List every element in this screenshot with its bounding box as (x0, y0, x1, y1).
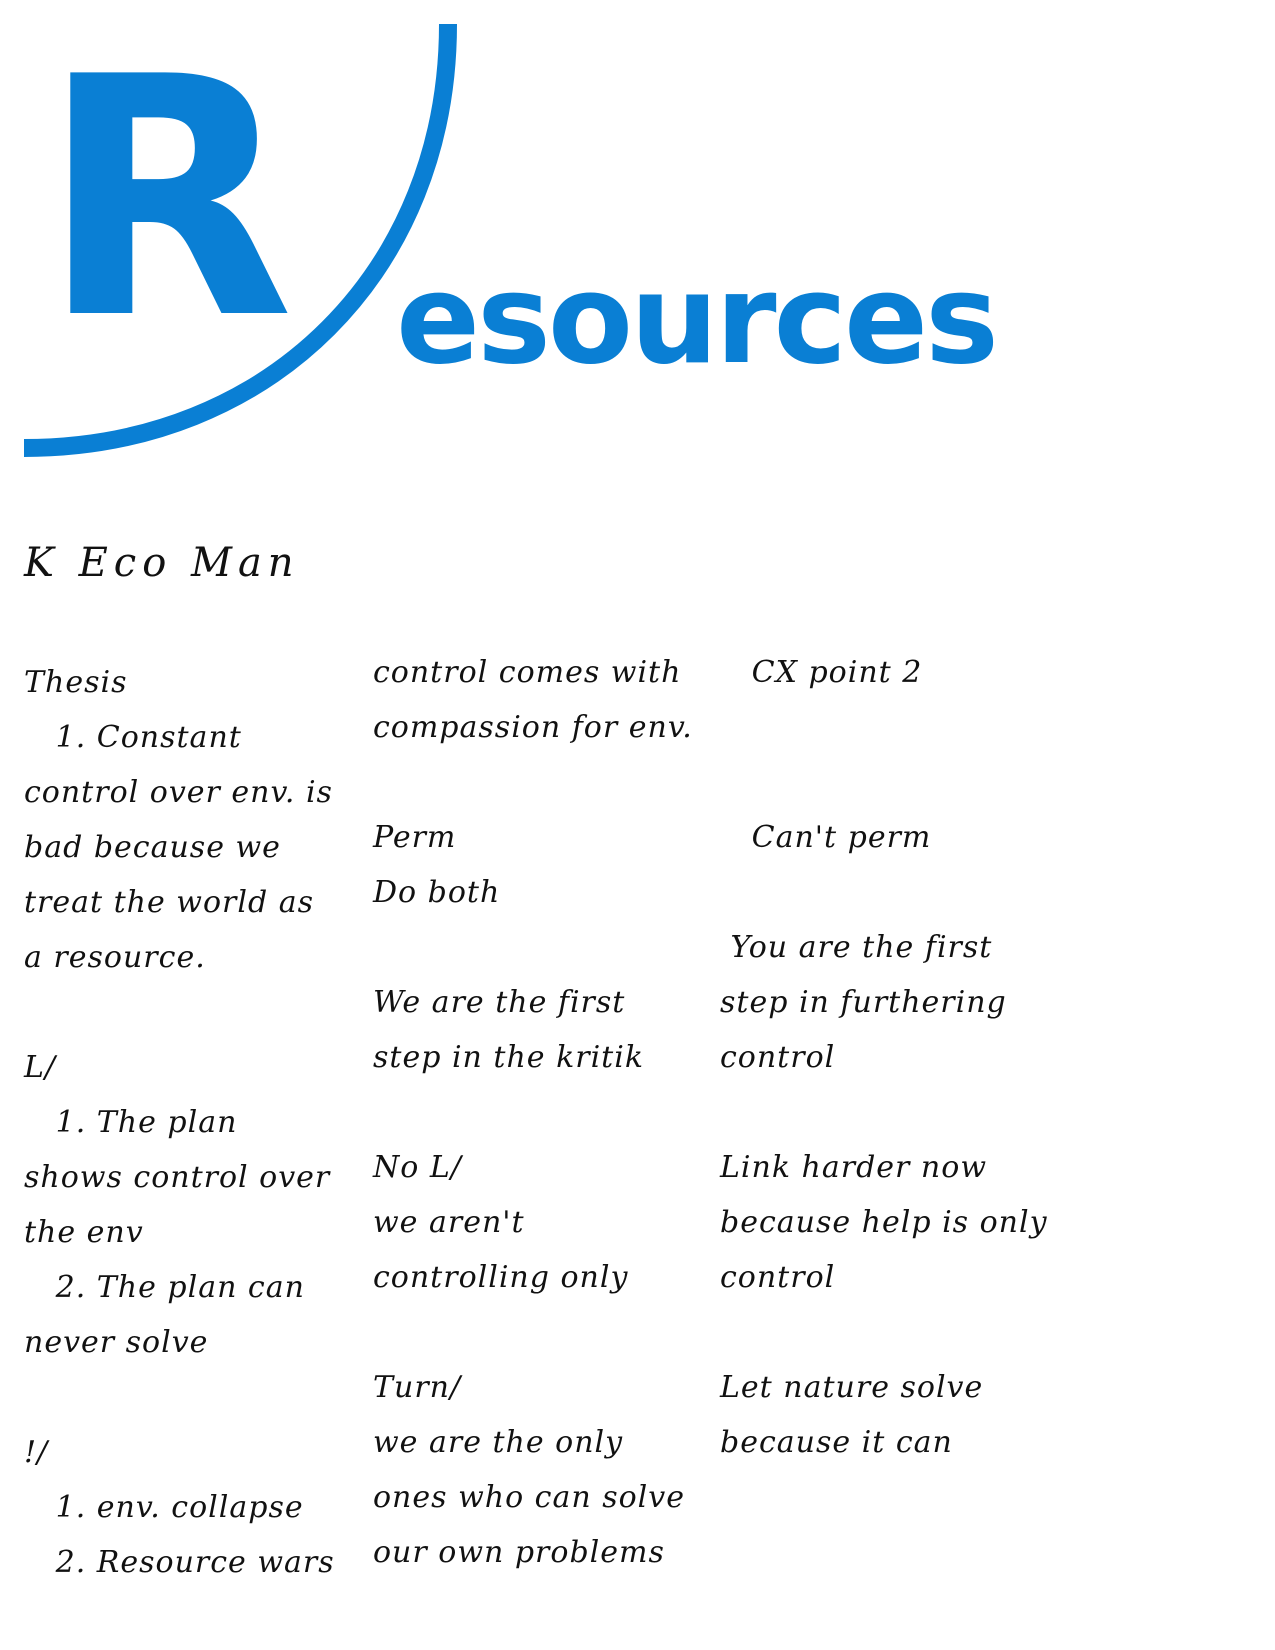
note-line: !/ (24, 1435, 49, 1470)
note-line (720, 1305, 1080, 1360)
note-line: a resource. (24, 940, 206, 975)
note-line: CX point 2 (720, 655, 923, 690)
logo-graphic: R (23, 7, 457, 457)
note-line (24, 985, 354, 1040)
resources-logo: R esources (0, 0, 999, 470)
note-line (24, 1370, 354, 1425)
note-line: You are the first (720, 930, 993, 965)
note-line: Thesis (24, 665, 128, 700)
notes-column-3: CX point 2 Can't perm You are the first … (720, 645, 1080, 1470)
notes-column-1: Thesis 1. Constant control over env. is … (24, 655, 354, 1590)
note-line: 1. env. collapse (24, 1490, 304, 1525)
note-line (720, 1085, 1080, 1140)
note-line: shows control over (24, 1160, 331, 1195)
note-line: bad because we (24, 830, 281, 865)
note-line: 2. The plan can (24, 1270, 305, 1305)
note-line: ones who can solve (373, 1480, 685, 1515)
note-line: our own problems (373, 1535, 665, 1570)
note-line: 1. The plan (24, 1105, 238, 1140)
note-line: Link harder now (720, 1150, 987, 1185)
note-line: L/ (24, 1050, 57, 1085)
note-line (720, 700, 1080, 755)
note-line: 1. Constant (24, 720, 242, 755)
note-line: treat the world as (24, 885, 314, 920)
note-line: step in furthering (720, 985, 1007, 1020)
note-line (720, 865, 1080, 920)
note-line: Let nature solve (720, 1370, 984, 1405)
page-title: K Eco Man (24, 540, 300, 586)
note-line: because help is only (720, 1205, 1048, 1240)
note-line (720, 755, 1080, 810)
note-line: we aren't (373, 1205, 525, 1240)
note-line: No L/ (373, 1150, 462, 1185)
note-line: because it can (720, 1425, 953, 1460)
note-line: Perm (373, 820, 457, 855)
note-line: compassion for env. (373, 710, 693, 745)
note-line (373, 755, 713, 810)
note-line: control comes with (373, 655, 682, 690)
logo-letter: R (40, 7, 294, 391)
note-line: step in the kritik (373, 1040, 645, 1075)
note-line: we are the only (373, 1425, 624, 1460)
note-line: Do both (373, 875, 501, 910)
note-line: 2. Resource wars (24, 1545, 335, 1580)
note-line: We are the first (373, 985, 626, 1020)
logo-word: esources (396, 248, 999, 392)
note-line (373, 1305, 713, 1360)
note-line: controlling only (373, 1260, 629, 1295)
note-line: never solve (24, 1325, 209, 1360)
note-line: control (720, 1260, 836, 1295)
note-line: Turn/ (373, 1370, 462, 1405)
notes-column-2: control comes with compassion for env. P… (373, 645, 713, 1580)
note-line: the env (24, 1215, 144, 1250)
note-line (373, 1085, 713, 1140)
note-line: Can't perm (720, 820, 932, 855)
note-line: control (720, 1040, 836, 1075)
note-line: control over env. is (24, 775, 333, 810)
note-line (373, 920, 713, 975)
